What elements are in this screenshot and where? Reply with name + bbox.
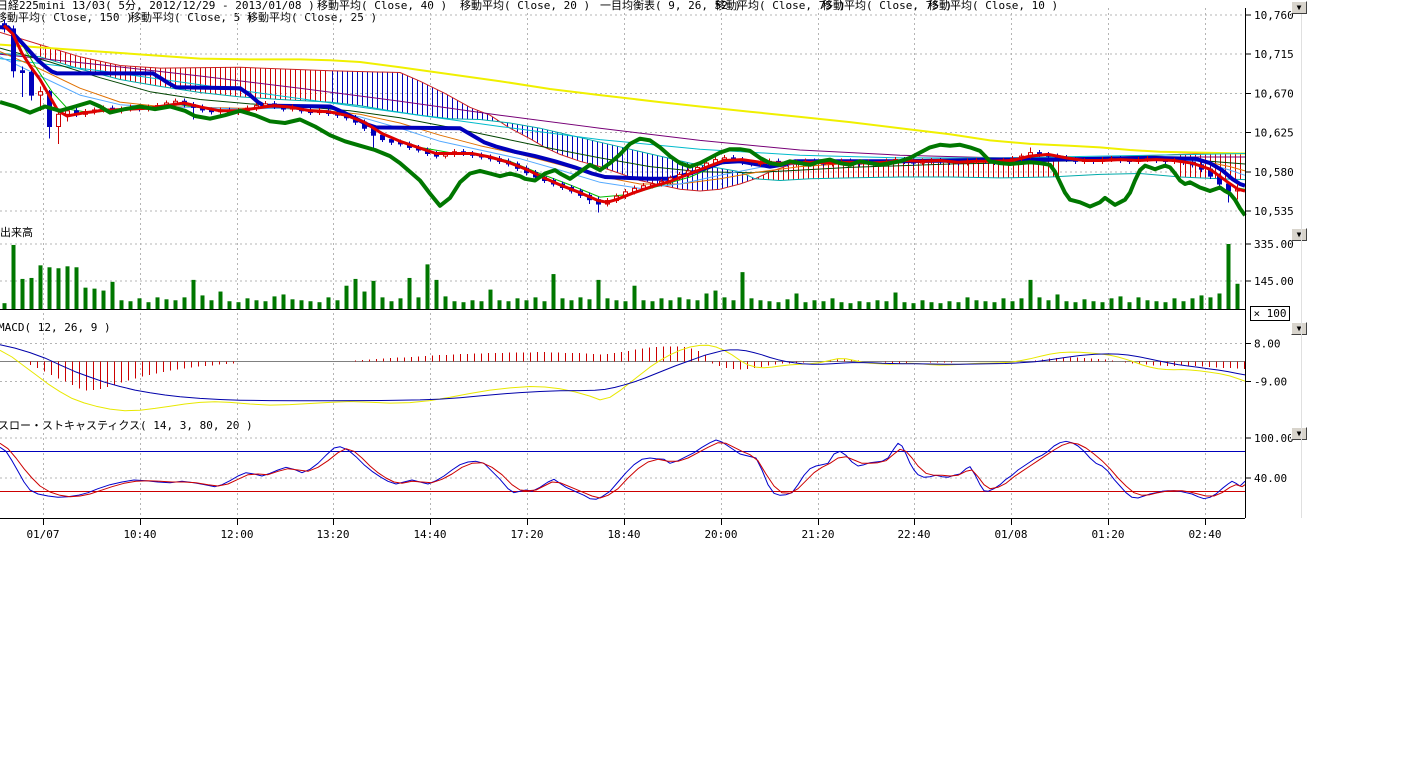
svg-text:10,535: 10,535 [1254, 205, 1294, 218]
time-tick-label: 10:40 [123, 528, 156, 541]
time-tick-label: 14:40 [413, 528, 446, 541]
svg-text:145.00: 145.00 [1254, 275, 1294, 288]
time-tick-label: 02:40 [1188, 528, 1221, 541]
time-tick-label: 01/08 [994, 528, 1027, 541]
time-tick-label: 20:00 [704, 528, 737, 541]
chevron-down-icon: ▼ [1297, 3, 1302, 12]
volume-panel-scroll-button[interactable]: ▼ [1291, 228, 1307, 241]
volume-bars [0, 244, 1245, 310]
chart-window: 日経225mini 13/03( 5分, 2012/12/29 - 2013/0… [0, 0, 1426, 768]
svg-text:10,580: 10,580 [1254, 166, 1294, 179]
stochastics-panel [0, 440, 1245, 499]
time-tick-label: 18:40 [607, 528, 640, 541]
time-tick-label: 17:20 [510, 528, 543, 541]
chart-canvas: 10,760 10,715 10,670 10,625 10,580 10,535 335.… [0, 0, 1426, 768]
svg-text:-9.00: -9.00 [1254, 376, 1287, 389]
svg-text:100.00: 100.00 [1254, 432, 1294, 445]
svg-text:8.00: 8.00 [1254, 338, 1281, 351]
axes: 10,760 10,715 10,670 10,625 10,580 10,535 335.… [0, 8, 1294, 525]
macd-panel-scroll-button[interactable]: ▼ [1291, 322, 1307, 335]
scrollbar-track[interactable] [1301, 14, 1302, 518]
time-tick-label: 21:20 [801, 528, 834, 541]
time-axis-labels: 01/07 10:40 12:00 13:20 14:40 17:20 18:40 20:00… [26, 528, 1221, 541]
svg-text:10,715: 10,715 [1254, 48, 1294, 61]
time-tick-label: 22:40 [897, 528, 930, 541]
candlesticks [3, 20, 1240, 213]
price-panel-scroll-button[interactable]: ▼ [1291, 1, 1307, 14]
macd-panel [0, 345, 1245, 411]
gridlines [0, 8, 1245, 518]
svg-text:10,625: 10,625 [1254, 127, 1294, 140]
time-tick-label: 12:00 [220, 528, 253, 541]
volume-multiplier-badge: × 100 [1250, 306, 1290, 321]
time-tick-label: 01:20 [1091, 528, 1124, 541]
svg-text:40.00: 40.00 [1254, 472, 1287, 485]
time-tick-label: 13:20 [316, 528, 349, 541]
svg-text:10,670: 10,670 [1254, 87, 1294, 100]
stochastics-panel-scroll-button[interactable]: ▼ [1291, 427, 1307, 440]
svg-text:335.00: 335.00 [1254, 238, 1294, 251]
time-tick-label: 01/07 [26, 528, 59, 541]
svg-text:10,760: 10,760 [1254, 9, 1294, 22]
